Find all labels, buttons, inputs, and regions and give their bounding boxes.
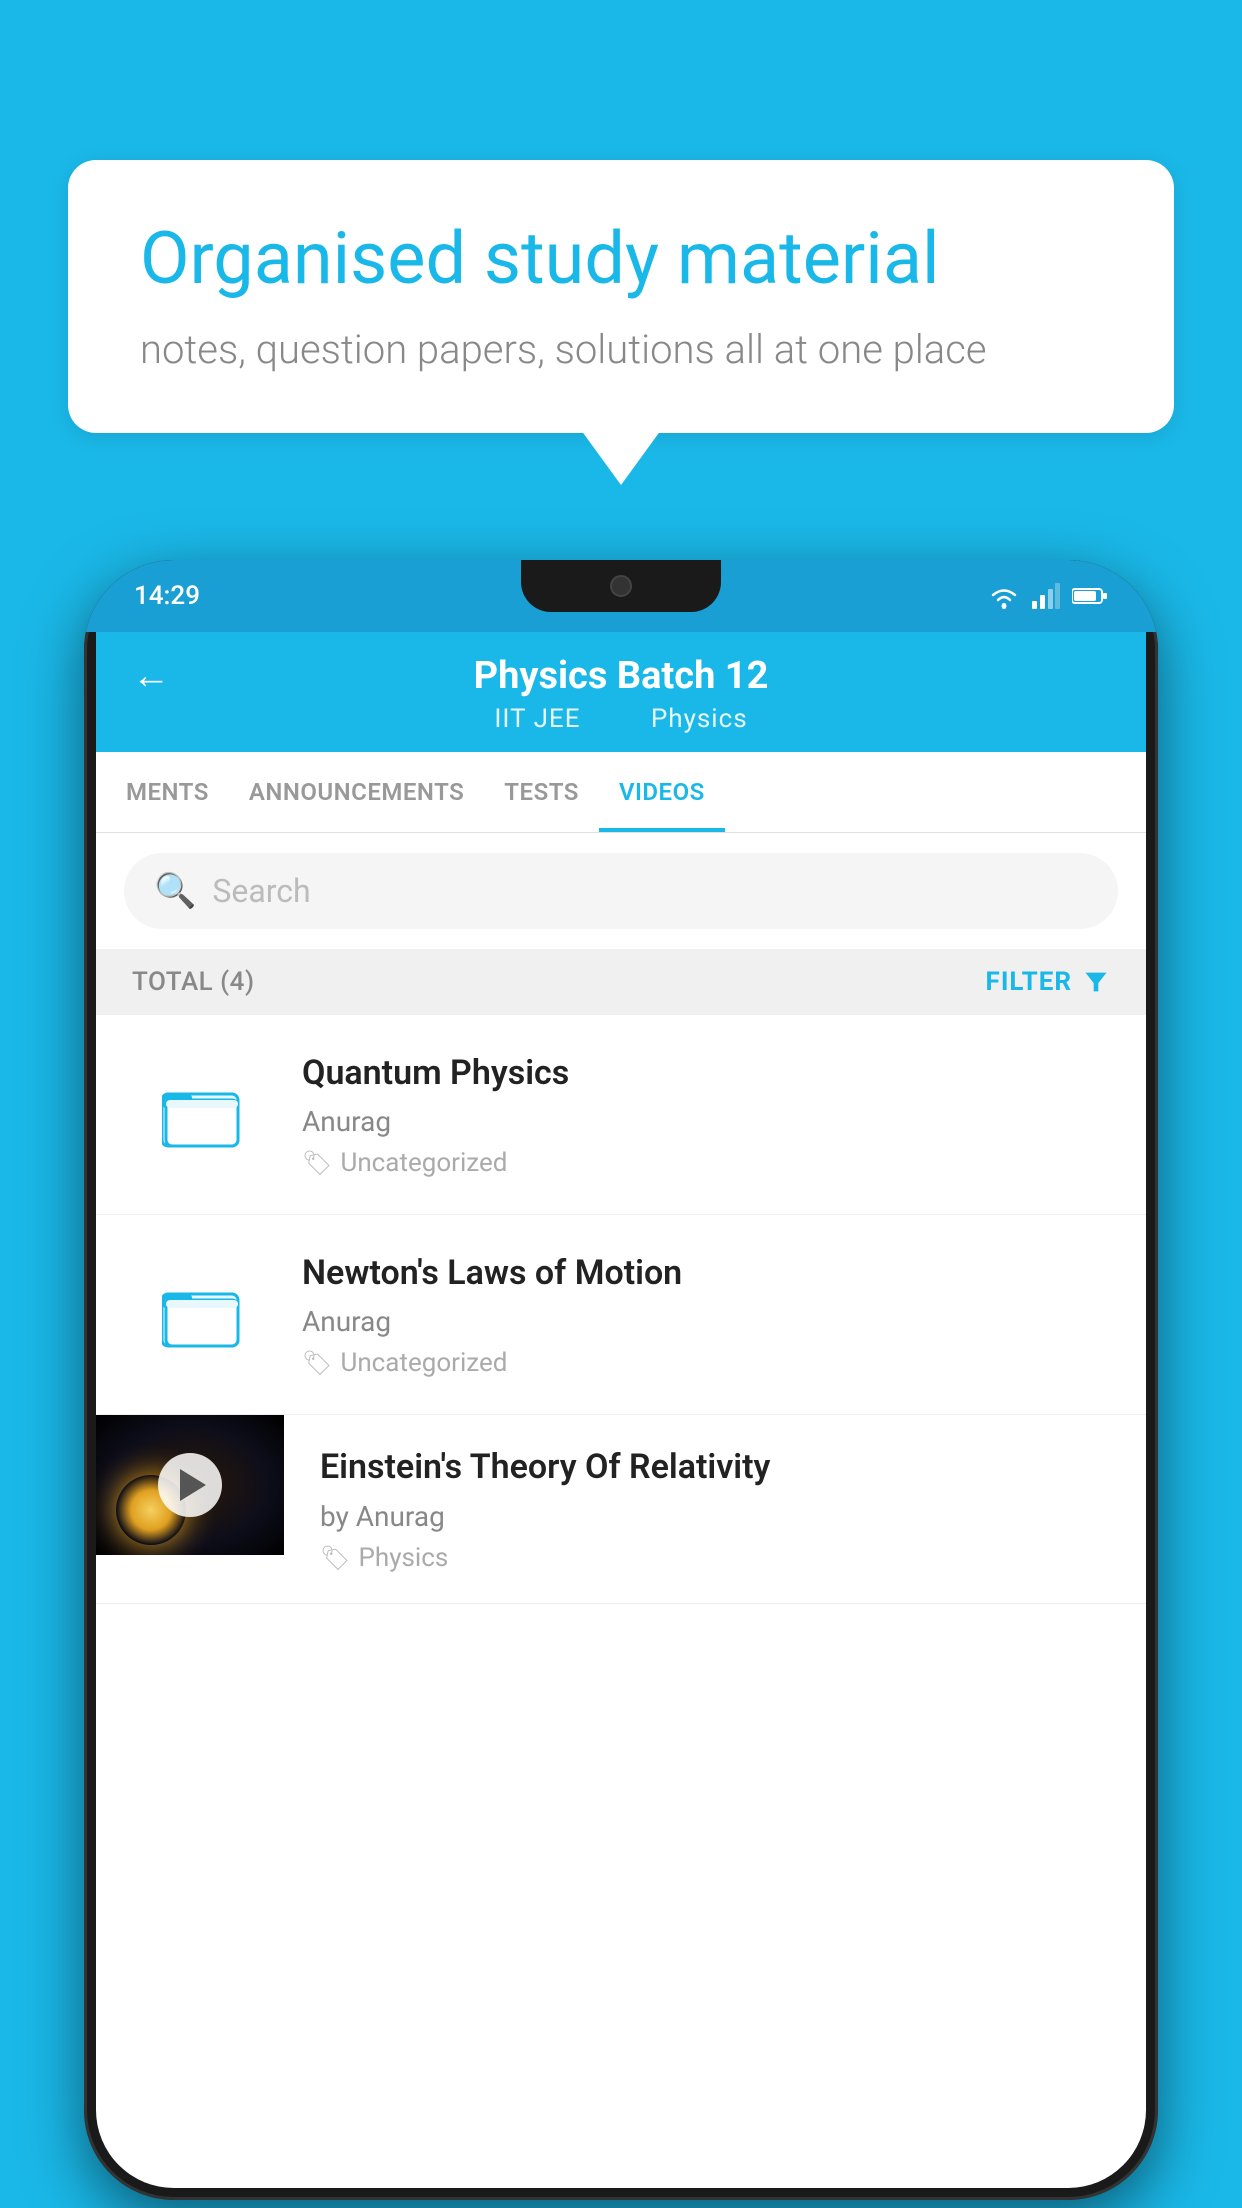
speech-bubble-subtext: notes, question papers, solutions all at… — [140, 326, 1102, 373]
tab-tests[interactable]: TESTS — [484, 752, 599, 832]
notch — [521, 560, 721, 612]
page-title: Physics Batch 12 — [474, 654, 769, 698]
list-item[interactable]: Quantum Physics Anurag 🏷 Uncategorized — [96, 1015, 1146, 1215]
tag-icon: 🏷 — [320, 1544, 350, 1572]
item-tag: 🏷 Uncategorized — [302, 1348, 1110, 1378]
item-title: Newton's Laws of Motion — [302, 1251, 1110, 1295]
tab-ments[interactable]: MENTS — [106, 752, 229, 832]
app-header: ← Physics Batch 12 IIT JEE Physics — [96, 632, 1146, 752]
search-icon: 🔍 — [154, 871, 196, 911]
subtitle-part2: Physics — [651, 704, 748, 734]
tab-announcements[interactable]: ANNOUNCEMENTS — [229, 752, 484, 832]
item-icon-wrapper — [132, 1060, 272, 1170]
item-info: Newton's Laws of Motion Anurag 🏷 Uncateg… — [302, 1251, 1110, 1378]
item-author: Anurag — [302, 1305, 1110, 1338]
battery-icon — [1072, 586, 1108, 606]
list-item[interactable]: Einstein's Theory Of Relativity by Anura… — [96, 1415, 1146, 1603]
item-tag: 🏷 Uncategorized — [302, 1148, 1110, 1178]
tag-icon: 🏷 — [302, 1349, 332, 1377]
item-info: Quantum Physics Anurag 🏷 Uncategorized — [302, 1051, 1110, 1178]
wifi-icon — [988, 583, 1020, 609]
search-placeholder: Search — [212, 872, 310, 910]
list-item[interactable]: Newton's Laws of Motion Anurag 🏷 Uncateg… — [96, 1215, 1146, 1415]
phone-screen: ← Physics Batch 12 IIT JEE Physics MENTS… — [96, 632, 1146, 2188]
item-icon-wrapper — [132, 1260, 272, 1370]
back-button[interactable]: ← — [132, 654, 170, 698]
video-list: Quantum Physics Anurag 🏷 Uncategorized — [96, 1015, 1146, 1604]
search-input-box[interactable]: 🔍 Search — [124, 853, 1118, 929]
header-top: ← Physics Batch 12 — [136, 654, 1106, 698]
phone-mockup: 14:29 — [84, 560, 1158, 2200]
speech-bubble-wrapper: Organised study material notes, question… — [68, 160, 1174, 433]
subtitle-separator — [612, 704, 627, 734]
play-button[interactable] — [158, 1453, 222, 1517]
item-title: Quantum Physics — [302, 1051, 1110, 1095]
video-thumbnail — [96, 1415, 284, 1555]
item-tag: 🏷 Physics — [320, 1543, 1116, 1573]
status-bar: 14:29 — [84, 560, 1158, 632]
folder-icon — [162, 1280, 242, 1350]
header-subtitle: IIT JEE Physics — [482, 704, 759, 734]
tab-videos[interactable]: VIDEOS — [599, 752, 725, 832]
tabs-bar: MENTS ANNOUNCEMENTS TESTS VIDEOS — [96, 752, 1146, 833]
item-title: Einstein's Theory Of Relativity — [320, 1445, 1116, 1489]
filter-bar: TOTAL (4) FILTER — [96, 949, 1146, 1015]
search-container: 🔍 Search — [96, 833, 1146, 949]
filter-label: FILTER — [986, 967, 1072, 997]
speech-bubble-heading: Organised study material — [140, 216, 1102, 302]
filter-icon — [1082, 968, 1110, 996]
tag-icon: 🏷 — [302, 1149, 332, 1177]
speech-bubble: Organised study material notes, question… — [68, 160, 1174, 433]
status-icons — [988, 583, 1108, 609]
item-author: by Anurag — [320, 1500, 1116, 1533]
filter-button[interactable]: FILTER — [986, 967, 1110, 997]
item-author: Anurag — [302, 1105, 1110, 1138]
tag-label: Uncategorized — [340, 1348, 507, 1378]
item-info: Einstein's Theory Of Relativity by Anura… — [284, 1415, 1146, 1602]
camera — [610, 575, 632, 597]
folder-icon — [162, 1080, 242, 1150]
play-triangle-icon — [180, 1469, 206, 1501]
status-time: 14:29 — [134, 581, 200, 611]
tag-label: Physics — [358, 1543, 448, 1573]
signal-icon — [1032, 583, 1060, 609]
total-count: TOTAL (4) — [132, 967, 255, 997]
subtitle-part1: IIT JEE — [494, 704, 580, 734]
tag-label: Uncategorized — [340, 1148, 507, 1178]
